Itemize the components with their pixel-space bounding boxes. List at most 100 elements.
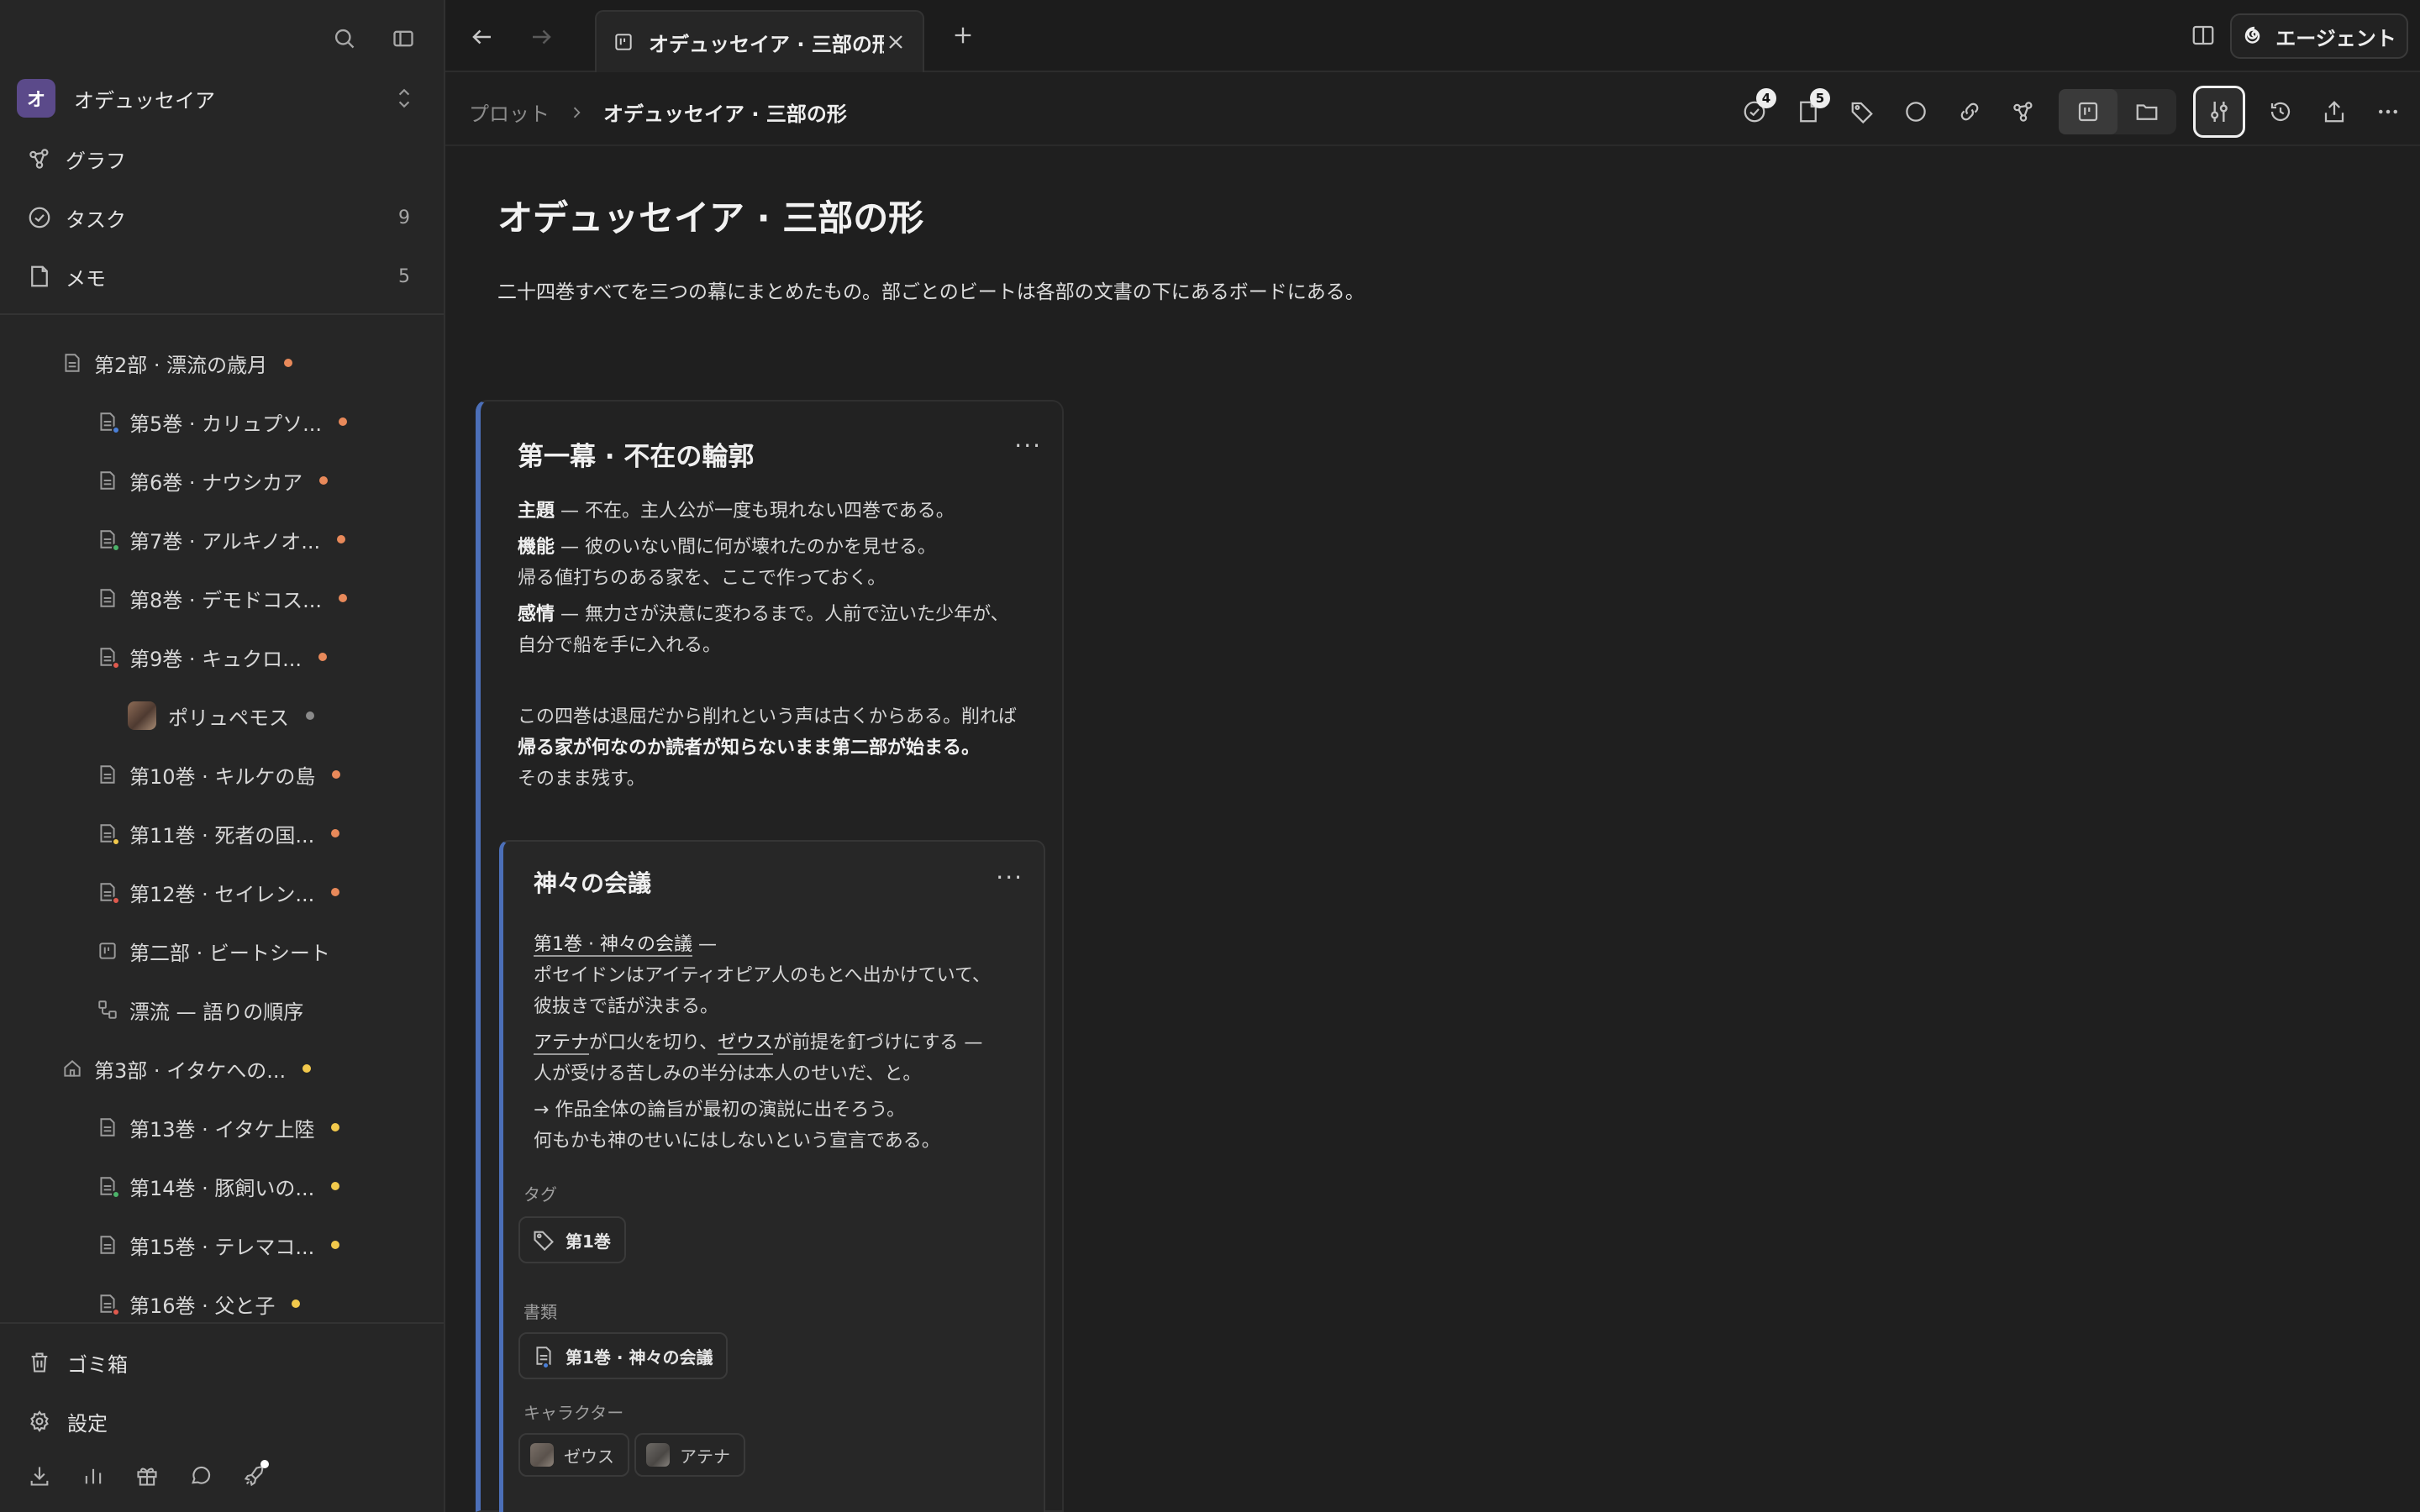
function-line: 機能 — 彼のいない間に何が壊れたのかを見せる。 bbox=[518, 532, 1039, 563]
tree-item-label: 第7巻 · アルキノオ... bbox=[129, 529, 321, 554]
history-icon[interactable] bbox=[2262, 93, 2299, 130]
emotion-label: 感情 bbox=[518, 604, 555, 625]
beat-text: ポセイドンはアイティオピア人のもとへ出かけていて、 bbox=[534, 965, 991, 986]
document-icon bbox=[94, 820, 121, 847]
tree-item-label: 第14巻 · 豚飼いの... bbox=[129, 1176, 315, 1200]
share-icon[interactable] bbox=[2316, 93, 2353, 130]
workspace-switcher[interactable]: オ オデュッセイア bbox=[17, 79, 429, 118]
tree-item-part2[interactable]: 第2部 · 漂流の歳月 bbox=[59, 339, 293, 386]
board-card-act1[interactable]: 第一幕 · 不在の輪郭 ··· 主題 — 不在。主人公が一度も現れない四巻である… bbox=[476, 400, 1064, 1512]
tree-item-order[interactable]: 漂流 — 語りの順序 bbox=[94, 986, 303, 1033]
task-count: 9 bbox=[398, 207, 410, 228]
character-chip-athena[interactable]: アテナ bbox=[634, 1433, 745, 1477]
character-link-athena[interactable]: アテナ bbox=[534, 1032, 590, 1055]
sliders-icon[interactable] bbox=[2193, 86, 2245, 138]
tree-item-book10[interactable]: 第10巻 · キルケの島 bbox=[94, 751, 341, 798]
tasks-badge: 4 bbox=[1756, 88, 1776, 108]
download-icon[interactable] bbox=[24, 1460, 55, 1492]
tree-item-book12[interactable]: 第12巻 · セイレン... bbox=[94, 869, 340, 916]
agent-button[interactable]: エージェント bbox=[2230, 13, 2408, 59]
beat-card-more-icon[interactable]: ··· bbox=[996, 864, 1023, 891]
sidebar-item-graph[interactable]: グラフ bbox=[25, 135, 420, 182]
workspace-avatar: オ bbox=[17, 79, 55, 118]
character-link-zeus[interactable]: ゼウス bbox=[718, 1032, 774, 1055]
gift-icon[interactable] bbox=[131, 1460, 163, 1492]
forward-arrow-icon[interactable] bbox=[524, 20, 558, 54]
doc-link-book1[interactable]: 第1巻 · 神々の会議 bbox=[534, 934, 692, 957]
tab-active-document[interactable]: オデュッセイア · 三部の形 bbox=[595, 10, 924, 72]
tree-item-book8[interactable]: 第8巻 · デモドコス... bbox=[94, 575, 348, 622]
sidebar: オ オデュッセイア グラフ タスク 9 メモ 5 第2部 · 漂流の歳月 第5巻… bbox=[0, 0, 445, 1512]
characters-label: キャラクター bbox=[523, 1403, 624, 1423]
emotion-line-2: 自分で船を手に入れる。 bbox=[518, 635, 722, 656]
board-view-icon[interactable] bbox=[2059, 89, 2118, 134]
sidebar-item-notes[interactable]: メモ 5 bbox=[25, 253, 420, 300]
tree-item-label: 第16巻 · 父と子 bbox=[129, 1294, 276, 1318]
tree-item-label: 第12巻 · セイレン... bbox=[129, 882, 315, 906]
card-more-icon[interactable]: ··· bbox=[1014, 432, 1042, 459]
tree-item-book6[interactable]: 第6巻 · ナウシカア bbox=[94, 457, 329, 504]
tag-icon[interactable] bbox=[1844, 93, 1881, 130]
main-pane: オデュッセイア · 三部の形 エージェント プロット オデュッセイア · 三部の… bbox=[445, 0, 2420, 1512]
status-dot bbox=[319, 476, 329, 485]
folder-view-icon[interactable] bbox=[2118, 89, 2176, 134]
beat-card-council[interactable]: 神々の会議 ··· 第1巻 · 神々の会議 — ポセイドンはアイティオピア人のも… bbox=[499, 840, 1045, 1512]
document-description[interactable]: 二十四巻すべてを三つの幕にまとめたもの。部ごとのビートは各部の文書の下にあるボー… bbox=[497, 276, 1365, 304]
document-icon bbox=[94, 1231, 121, 1258]
tree-item-part3[interactable]: 第3部 · イタケへの... bbox=[59, 1045, 312, 1092]
home-icon bbox=[59, 1055, 86, 1082]
new-tab-plus-icon[interactable] bbox=[946, 18, 980, 52]
tree-item-label: 第9巻 · キュクロ... bbox=[129, 647, 302, 671]
tree-item-book16[interactable]: 第16巻 · 父と子 bbox=[94, 1280, 301, 1327]
tag-chip[interactable]: 第1巻 bbox=[518, 1216, 626, 1263]
tree-item-book7[interactable]: 第7巻 · アルキノオ... bbox=[94, 516, 346, 563]
beat-card-title: 神々の会議 bbox=[534, 869, 652, 897]
tree-item-book11[interactable]: 第11巻 · 死者の国... bbox=[94, 810, 340, 857]
trash-icon bbox=[25, 1348, 54, 1377]
tree-item-polyphemus[interactable]: ポリュペモス bbox=[128, 692, 314, 739]
back-arrow-icon[interactable] bbox=[466, 20, 499, 54]
tree-item-book14[interactable]: 第14巻 · 豚飼いの... bbox=[94, 1163, 340, 1210]
sidebar-top-actions bbox=[328, 22, 420, 55]
tree-item-label: 第10巻 · キルケの島 bbox=[129, 764, 316, 789]
linked-notes-button[interactable]: 5 bbox=[1790, 88, 1830, 130]
tree-item-beat-sheet[interactable]: 第二部 · ビートシート bbox=[94, 927, 330, 974]
sidebar-toggle-icon[interactable] bbox=[387, 22, 420, 55]
tree-item-book9[interactable]: 第9巻 · キュクロ... bbox=[94, 633, 328, 680]
sidebar-item-tasks[interactable]: タスク 9 bbox=[25, 194, 420, 241]
tree-item-label: 第13巻 · イタケ上陸 bbox=[129, 1117, 315, 1142]
chat-icon[interactable] bbox=[185, 1460, 217, 1492]
status-circle-icon[interactable] bbox=[1897, 93, 1934, 130]
tree-item-book5[interactable]: 第5巻 · カリュプソ... bbox=[94, 398, 348, 445]
tree-item-label: 第15巻 · テレマコ... bbox=[129, 1235, 315, 1259]
stats-icon[interactable] bbox=[77, 1460, 109, 1492]
search-icon[interactable] bbox=[328, 22, 361, 55]
document-icon bbox=[94, 585, 121, 612]
more-icon[interactable] bbox=[2370, 93, 2407, 130]
notes-badge: 5 bbox=[1810, 88, 1830, 108]
beat-card-body: 第1巻 · 神々の会議 — ポセイドンはアイティオピア人のもとへ出かけていて、 … bbox=[534, 929, 1021, 1157]
board-icon bbox=[94, 937, 121, 964]
sidebar-item-label: タスク bbox=[66, 207, 126, 232]
character-chip-zeus[interactable]: ゼウス bbox=[518, 1433, 629, 1477]
split-view-icon[interactable] bbox=[2186, 18, 2220, 52]
beat-text: — bbox=[692, 934, 717, 955]
sidebar-item-settings[interactable]: 設定 bbox=[25, 1398, 108, 1445]
close-icon[interactable] bbox=[884, 30, 908, 54]
tree-item-book13[interactable]: 第13巻 · イタケ上陸 bbox=[94, 1104, 340, 1151]
breadcrumb-parent[interactable]: プロット bbox=[469, 97, 550, 127]
document-chip[interactable]: 第1巻 · 神々の会議 bbox=[518, 1332, 729, 1379]
tag-icon bbox=[530, 1226, 557, 1253]
page-title[interactable]: オデュッセイア · 三部の形 bbox=[497, 190, 923, 241]
note-line-2: 帰る家が何なのか読者が知らないまま第二部が始まる。 bbox=[518, 738, 981, 759]
status-dot bbox=[306, 711, 314, 720]
document-icon bbox=[94, 408, 121, 435]
chevron-up-down-icon bbox=[393, 84, 415, 113]
graph-icon[interactable] bbox=[2005, 93, 2042, 130]
linked-tasks-button[interactable]: 4 bbox=[1736, 88, 1776, 130]
document-icon bbox=[530, 1342, 557, 1369]
sidebar-item-trash[interactable]: ゴミ箱 bbox=[25, 1339, 128, 1386]
rocket-icon[interactable] bbox=[239, 1460, 271, 1492]
link-icon[interactable] bbox=[1951, 93, 1988, 130]
tree-item-book15[interactable]: 第15巻 · テレマコ... bbox=[94, 1221, 340, 1268]
